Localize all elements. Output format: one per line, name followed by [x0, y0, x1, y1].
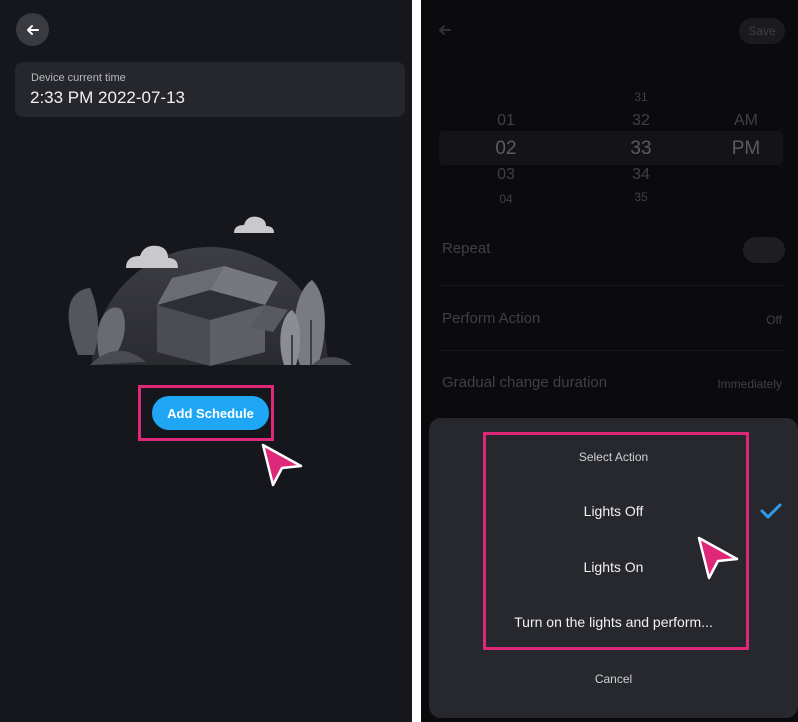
perform-action-value: Off [766, 313, 782, 327]
divider [439, 350, 785, 351]
picker-hour-option[interactable]: 04 [481, 192, 531, 206]
device-time-value: 2:33 PM 2022-07-13 [30, 88, 185, 107]
checkmark-icon [760, 503, 782, 519]
repeat-toggle[interactable] [743, 237, 785, 263]
empty-box-illustration [68, 216, 352, 366]
back-arrow-icon [26, 24, 39, 35]
picker-hour-option[interactable]: 03 [481, 166, 531, 184]
device-time-card: Device current time 2:33 PM 2022-07-13 [15, 62, 405, 117]
repeat-label: Repeat [442, 240, 491, 257]
gradual-change-value: Immediately [717, 377, 782, 391]
picker-period-option[interactable]: AM [721, 112, 771, 130]
schedule-empty-screen: Device current time 2:33 PM 2022-07-13 A… [0, 0, 412, 722]
picker-hour-selected[interactable]: 02 [481, 138, 531, 160]
picker-period-selected[interactable]: PM [721, 138, 771, 160]
picker-hour-option[interactable]: 01 [481, 112, 531, 130]
picker-minute-option[interactable]: 31 [616, 90, 666, 104]
divider [439, 285, 785, 286]
back-button[interactable] [16, 13, 49, 46]
picker-minute-option[interactable]: 32 [616, 112, 666, 130]
perform-action-label: Perform Action [442, 310, 541, 327]
picker-minute-option[interactable]: 35 [616, 190, 666, 204]
gradual-change-label: Gradual change duration [442, 374, 608, 391]
cancel-button[interactable]: Cancel [429, 672, 798, 686]
cursor-pointer-icon [697, 536, 739, 580]
back-arrow-icon[interactable] [437, 22, 453, 38]
picker-minute-option[interactable]: 34 [616, 166, 666, 184]
add-schedule-button[interactable]: Add Schedule [152, 396, 269, 430]
schedule-edit-screen: Save 01 02 03 04 31 32 33 34 35 AM PM Re… [421, 0, 798, 722]
device-time-label: Device current time [31, 72, 126, 84]
save-button[interactable]: Save [739, 18, 785, 44]
picker-minute-selected[interactable]: 33 [616, 138, 666, 160]
cursor-pointer-icon [261, 443, 303, 487]
